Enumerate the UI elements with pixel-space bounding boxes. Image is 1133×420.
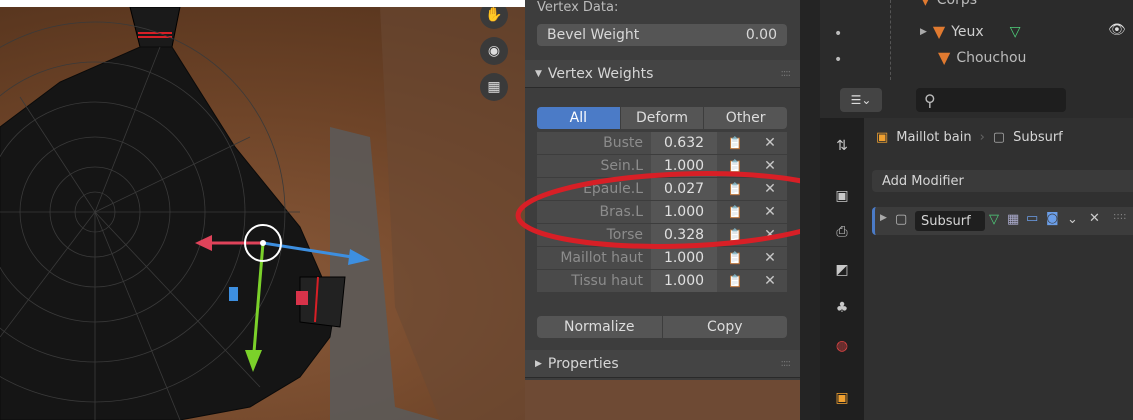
modifier-icon: ▢ [992,130,1006,145]
edit-mode-icon[interactable]: ▽ [989,212,999,227]
editor-type-dropdown[interactable]: ☰⌄ [840,88,882,112]
properties-title: Properties [547,355,619,372]
properties-header-bar: ☰⌄ ⚲ [820,80,1133,118]
collapse-triangle-icon: ▶ [535,358,542,369]
scene-tab-icon[interactable]: ♣ [828,294,856,322]
bikini-cup-mesh [0,46,336,420]
add-modifier-button[interactable]: Add Modifier [872,170,1133,192]
weights-filter-tabs: All Deform Other [537,107,788,129]
weight-value-field[interactable]: 1.000 [651,270,717,292]
mesh-icon: ▼ [932,22,946,41]
view-layer-tab-icon[interactable]: ◩ [828,256,856,284]
breadcrumb-object: Maillot bain [896,130,972,145]
weight-row: Buste 0.632 📋 ✕ [537,132,787,154]
tab-other[interactable]: Other [704,107,788,129]
viewport-display-icon[interactable]: ▭ [1026,211,1038,226]
object-icon: ▣ [876,130,889,145]
add-modifier-label: Add Modifier [882,173,964,189]
weight-group-name[interactable]: Tissu haut [537,270,651,292]
copy-button[interactable]: Copy [662,316,787,338]
remove-icon[interactable]: ✕ [753,270,787,292]
close-icon[interactable]: ✕ [1089,211,1100,226]
breadcrumb: ▣ Maillot bain › ▢ Subsurf [876,130,1063,145]
viewport-below-panel [525,380,800,420]
modifier-name: Subsurf [921,213,971,229]
area-divider[interactable] [800,0,820,420]
outliner-item[interactable]: ▼ Corps [920,0,977,8]
breadcrumb-modifier: Subsurf [1013,130,1063,145]
eye-icon[interactable]: 👁 [1108,22,1126,38]
chevron-down-icon[interactable]: ⌄ [1067,212,1078,227]
world-tab-icon[interactable]: ◍ [828,332,856,360]
properties-content: ▣ Maillot bain › ▢ Subsurf Add Modifier … [864,118,1133,420]
search-icon: ⚲ [924,90,936,110]
paste-icon[interactable]: 📋 [717,132,753,154]
expand-triangle-icon[interactable]: ▶ [880,213,887,223]
output-tab-icon[interactable]: ⎙ [828,218,856,246]
render-icon[interactable]: ◙ [1046,211,1059,226]
tab-all[interactable]: All [537,107,621,129]
visibility-dot[interactable]: • [834,26,842,42]
modifier-panel[interactable]: ▶ ▢ Subsurf ▽ ▦ ▭ ◙ ⌄ ✕ :::: [872,207,1133,235]
expand-triangle-icon: ▼ [535,68,542,79]
remove-icon[interactable]: ✕ [753,132,787,154]
bevel-weight-label: Bevel Weight [547,27,640,43]
visibility-dot[interactable]: • [834,52,842,68]
outliner-item[interactable]: ▼ Chouchou [938,48,1026,67]
search-input[interactable]: ⚲ [916,88,1066,112]
vertex-data-label: Vertex Data: [537,0,619,15]
properties-header[interactable]: ▶ Properties :::: [525,350,800,378]
outliner-item[interactable]: ▶ ▼ Yeux ▽ [920,22,1020,41]
modifier-icon: ▢ [895,212,908,227]
mesh-icon: ▼ [938,48,951,67]
object-tab-icon[interactable]: ▣ [828,384,856,412]
weight-row: Tissu haut 1.000 📋 ✕ [537,270,787,292]
vertex-weights-title: Vertex Weights [547,65,654,82]
camera-icon[interactable]: ◉ [480,37,508,65]
expand-triangle-icon[interactable]: ▶ [920,27,927,37]
bevel-weight-field[interactable]: Bevel Weight 0.00 [537,24,787,46]
drag-grip-icon[interactable]: :::: [1113,211,1126,222]
paste-icon[interactable]: 📋 [717,270,753,292]
outliner-item-label: Chouchou [956,49,1027,66]
normalize-button[interactable]: Normalize [537,316,663,338]
outliner-item-label: Corps [936,0,978,8]
cage-icon[interactable]: ▦ [1007,212,1019,227]
mesh-icon: ▼ [920,0,931,8]
vertex-weights-header[interactable]: ▼ Vertex Weights :::: [525,60,800,88]
drag-grip-icon[interactable]: :::: [781,68,792,79]
bevel-weight-value: 0.00 [745,27,777,43]
vertex-group-icon: ▽ [1009,23,1021,40]
breadcrumb-separator: › [979,130,985,145]
weights-actions: Normalize Copy [537,316,787,338]
modifier-name-field[interactable]: Subsurf [915,211,985,231]
grid-icon[interactable]: ▦ [480,73,508,101]
render-tab-icon[interactable]: ▣ [828,182,856,210]
outliner: • • ▼ Corps ▶ ▼ Yeux ▽ 👁 ▼ Chouchou [820,0,1133,80]
tool-tab-icon[interactable]: ⇅ [828,132,856,160]
outliner-item-label: Yeux [951,23,984,40]
weight-group-name[interactable]: Buste [537,132,651,154]
weight-value-field[interactable]: 0.632 [651,132,717,154]
properties-tabs: ⇅ ▣ ⎙ ◩ ♣ ◍ ▣ [820,118,864,420]
drag-grip-icon[interactable]: :::: [781,358,792,369]
tab-deform[interactable]: Deform [620,107,705,129]
